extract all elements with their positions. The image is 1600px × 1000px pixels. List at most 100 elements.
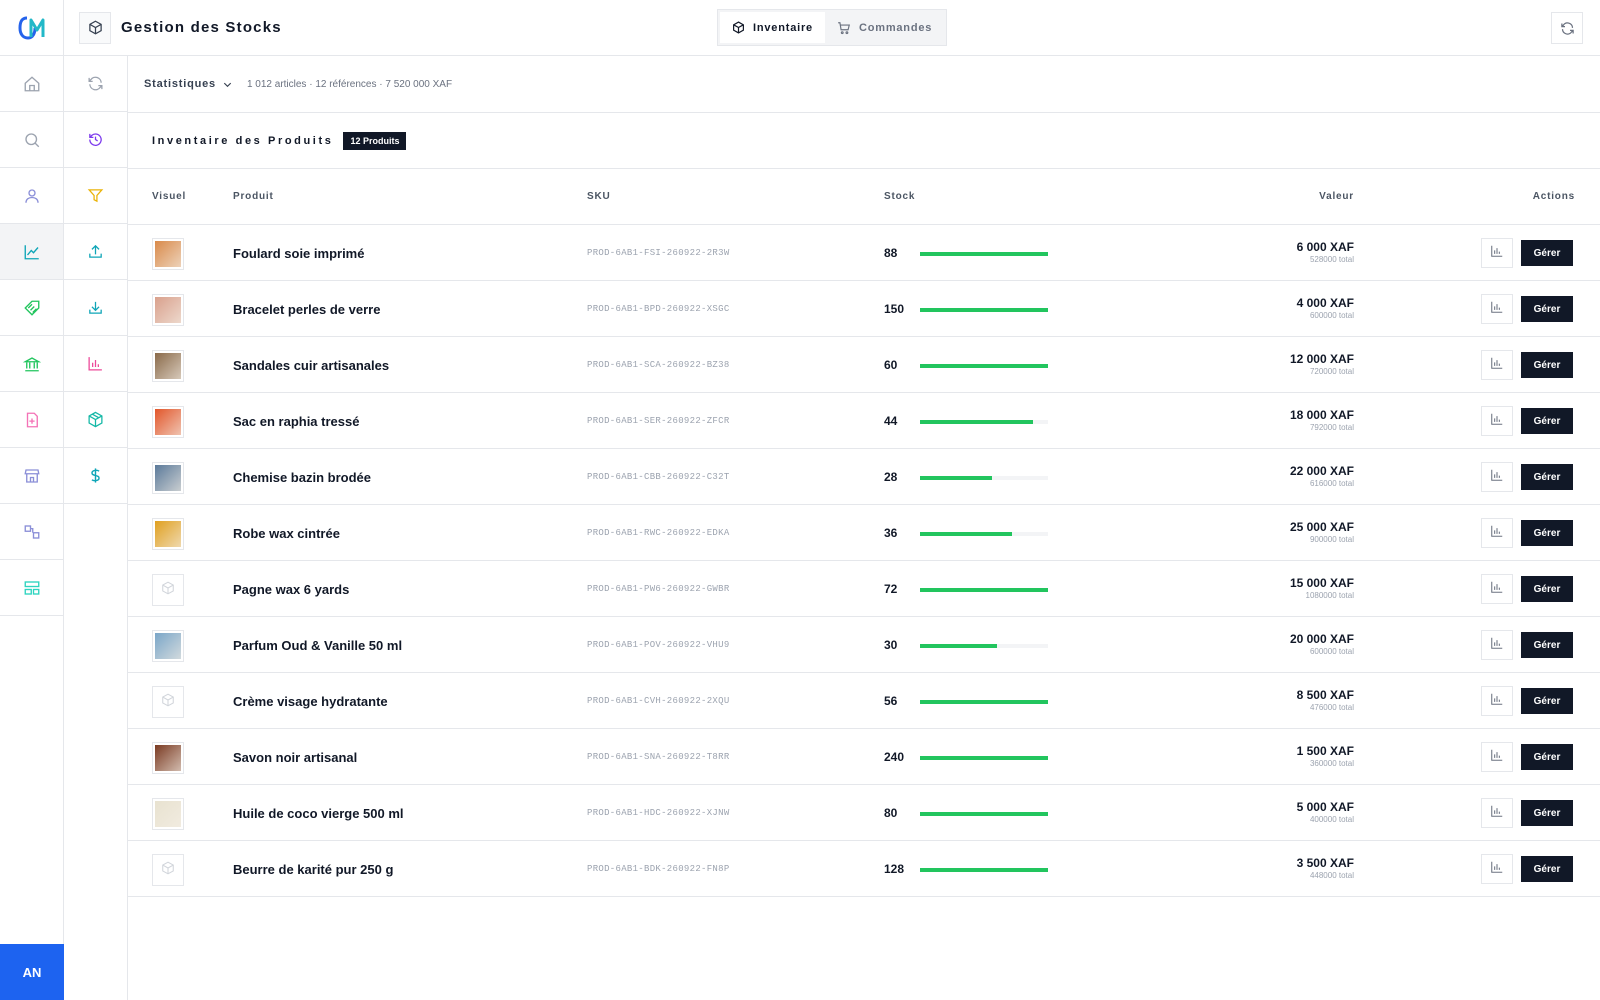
product-thumbnail bbox=[152, 462, 184, 494]
manage-button[interactable]: Gérer bbox=[1521, 352, 1573, 378]
table-row: Bracelet perles de verre PROD-6AB1-BPD-26… bbox=[128, 281, 1600, 337]
sidebar-item-bank[interactable] bbox=[0, 336, 63, 392]
table-row: Chemise bazin brodée PROD-6AB1-CBB-260922… bbox=[128, 449, 1600, 505]
sidebar-item-analytics[interactable] bbox=[0, 224, 63, 280]
stats-button[interactable] bbox=[1481, 854, 1513, 884]
table-header: Visuel Produit SKU Stock Valeur Actions bbox=[128, 169, 1600, 225]
tool-download[interactable] bbox=[64, 280, 127, 336]
product-thumbnail bbox=[152, 686, 184, 718]
product-sku: PROD-6AB1-CBB-260922-C32T bbox=[587, 472, 730, 482]
manage-button[interactable]: Gérer bbox=[1521, 744, 1573, 770]
module-cube-button[interactable] bbox=[79, 11, 111, 44]
sidebar-item-home[interactable] bbox=[0, 56, 63, 112]
tool-statistics[interactable] bbox=[64, 336, 127, 392]
logo[interactable] bbox=[0, 0, 64, 56]
product-name: Foulard soie imprimé bbox=[233, 246, 365, 261]
refresh-icon bbox=[1560, 21, 1574, 35]
manage-button[interactable]: Gérer bbox=[1521, 856, 1573, 882]
total-value: 1080000 total bbox=[1305, 591, 1355, 600]
tab-commandes[interactable]: Commandes bbox=[825, 12, 944, 43]
bar-chart-icon bbox=[1490, 636, 1504, 655]
table-row: Beurre de karité pur 250 g PROD-6AB1-BDK-… bbox=[128, 841, 1600, 897]
product-sku: PROD-6AB1-PW6-260922-GWBR bbox=[587, 584, 730, 594]
stats-button[interactable] bbox=[1481, 294, 1513, 324]
sidebar-item-users[interactable] bbox=[0, 168, 63, 224]
refresh-button[interactable] bbox=[1551, 12, 1583, 44]
tool-packages[interactable] bbox=[64, 392, 127, 448]
product-name: Crème visage hydratante bbox=[233, 694, 388, 709]
sidebar-item-workflow[interactable] bbox=[0, 504, 63, 560]
product-sku: PROD-6AB1-BDK-260922-FN8P bbox=[587, 864, 730, 874]
manage-button[interactable]: Gérer bbox=[1521, 800, 1573, 826]
product-name: Pagne wax 6 yards bbox=[233, 582, 350, 597]
product-name: Parfum Oud & Vanille 50 ml bbox=[233, 638, 403, 653]
bank-icon bbox=[22, 356, 41, 371]
stats-button[interactable] bbox=[1481, 574, 1513, 604]
store-icon bbox=[23, 468, 40, 483]
sidebar-item-documents[interactable] bbox=[0, 392, 63, 448]
manage-button[interactable]: Gérer bbox=[1521, 240, 1573, 266]
product-sku: PROD-6AB1-SNA-260922-T8RR bbox=[587, 752, 730, 762]
stock-quantity: 28 bbox=[884, 470, 898, 484]
workflow-icon bbox=[24, 524, 39, 539]
stock-level-fill bbox=[920, 308, 1048, 312]
product-image bbox=[155, 465, 181, 491]
tool-refresh[interactable] bbox=[64, 56, 127, 112]
sidebar-item-tags[interactable] bbox=[0, 280, 63, 336]
tool-upload[interactable] bbox=[64, 224, 127, 280]
product-value: 6 000 XAF 528000 total bbox=[1297, 240, 1354, 264]
cube-icon bbox=[733, 21, 744, 34]
product-value: 22 000 XAF 616000 total bbox=[1290, 464, 1354, 488]
product-sku: PROD-6AB1-BPD-260922-XSGC bbox=[587, 304, 730, 314]
stats-button[interactable] bbox=[1481, 798, 1513, 828]
stock-level-bar bbox=[920, 756, 1048, 760]
table-row: Sac en raphia tressé PROD-6AB1-SER-260922… bbox=[128, 393, 1600, 449]
manage-button[interactable]: Gérer bbox=[1521, 688, 1573, 714]
product-image bbox=[155, 241, 181, 267]
bar-chart-icon bbox=[1490, 300, 1504, 319]
placeholder-cube-icon bbox=[161, 861, 175, 880]
stats-toggle[interactable]: Statistiques bbox=[144, 78, 233, 90]
bar-chart-icon bbox=[1490, 244, 1504, 263]
column-value: Valeur bbox=[1319, 191, 1354, 202]
product-thumbnail bbox=[152, 630, 184, 662]
unit-price: 25 000 XAF bbox=[1289, 520, 1354, 534]
stats-button[interactable] bbox=[1481, 462, 1513, 492]
stats-button[interactable] bbox=[1481, 518, 1513, 548]
manage-button[interactable]: Gérer bbox=[1521, 576, 1573, 602]
manage-button[interactable]: Gérer bbox=[1521, 520, 1573, 546]
stats-button[interactable] bbox=[1481, 630, 1513, 660]
stats-button[interactable] bbox=[1481, 350, 1513, 380]
stock-quantity: 44 bbox=[884, 414, 898, 428]
stats-button[interactable] bbox=[1481, 742, 1513, 772]
unit-price: 4 000 XAF bbox=[1296, 296, 1354, 310]
avatar[interactable]: AN bbox=[0, 944, 64, 1000]
manage-button[interactable]: Gérer bbox=[1521, 464, 1573, 490]
search-icon bbox=[24, 132, 39, 147]
sidebar-item-search[interactable] bbox=[0, 112, 63, 168]
stats-button[interactable] bbox=[1481, 238, 1513, 268]
tab-inventaire[interactable]: Inventaire bbox=[720, 12, 825, 43]
tool-filter[interactable] bbox=[64, 168, 127, 224]
total-value: 600000 total bbox=[1309, 311, 1354, 320]
stock-quantity: 88 bbox=[884, 246, 898, 260]
tool-history[interactable] bbox=[64, 112, 127, 168]
total-value: 616000 total bbox=[1309, 479, 1354, 488]
stats-button[interactable] bbox=[1481, 686, 1513, 716]
inventory-title: Inventaire des Produits bbox=[152, 134, 334, 147]
stock-level-fill bbox=[920, 700, 1048, 704]
stats-button[interactable] bbox=[1481, 406, 1513, 436]
manage-button[interactable]: Gérer bbox=[1521, 632, 1573, 658]
product-name: Sandales cuir artisanales bbox=[233, 358, 390, 373]
manage-button[interactable]: Gérer bbox=[1521, 296, 1573, 322]
chevron-down-icon bbox=[223, 82, 232, 87]
product-name: Beurre de karité pur 250 g bbox=[233, 862, 394, 877]
tool-pricing[interactable] bbox=[64, 448, 127, 504]
product-name: Huile de coco vierge 500 ml bbox=[233, 806, 404, 821]
unit-price: 15 000 XAF bbox=[1289, 576, 1354, 590]
sidebar-item-layout[interactable] bbox=[0, 560, 63, 616]
table-body: Foulard soie imprimé PROD-6AB1-FSI-260922… bbox=[128, 225, 1600, 897]
sidebar-item-store[interactable] bbox=[0, 448, 63, 504]
stock-level-bar bbox=[920, 868, 1048, 872]
manage-button[interactable]: Gérer bbox=[1521, 408, 1573, 434]
